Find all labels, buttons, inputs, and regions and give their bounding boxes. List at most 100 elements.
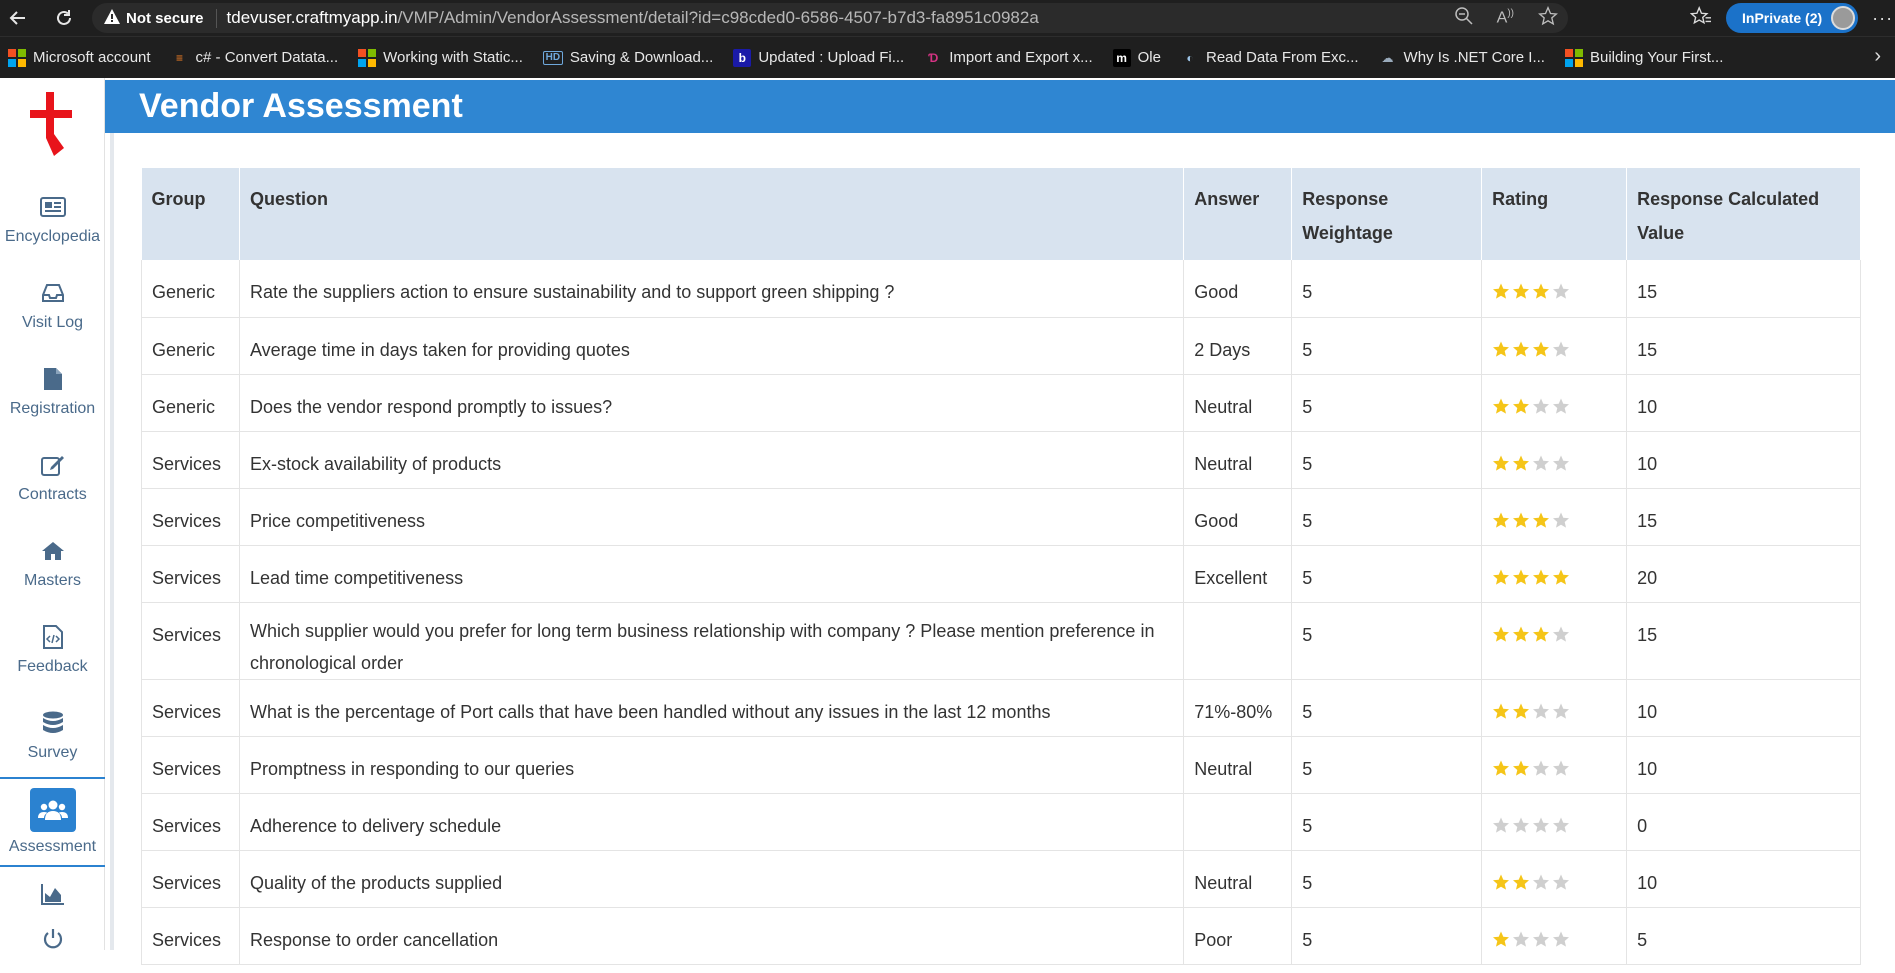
bookmark-label: Updated : Upload Fi... bbox=[758, 49, 905, 66]
rating-cell bbox=[1481, 907, 1628, 965]
favorite-star-icon[interactable] bbox=[1538, 5, 1558, 31]
column-header-calculated-value[interactable]: Response Calculated Value bbox=[1626, 168, 1861, 260]
security-indicator[interactable]: Not secure bbox=[104, 8, 217, 28]
column-header-question[interactable]: Question bbox=[239, 168, 1185, 260]
sidebar-item-assessment[interactable]: Assessment bbox=[0, 777, 105, 867]
bookmark-working-with-static[interactable]: Working with Static... bbox=[358, 48, 523, 67]
column-header-rating[interactable]: Rating bbox=[1481, 168, 1628, 260]
read-aloud-icon[interactable]: A)) bbox=[1497, 8, 1514, 27]
star-rating bbox=[1492, 625, 1570, 643]
column-header-group[interactable]: Group bbox=[141, 168, 240, 260]
answer-cell bbox=[1183, 602, 1293, 680]
column-header-answer[interactable]: Answer bbox=[1183, 168, 1293, 260]
weightage-cell: 5 bbox=[1291, 431, 1483, 489]
star-filled-icon bbox=[1513, 283, 1530, 299]
bookmark-label: Ole bbox=[1137, 49, 1161, 66]
star-empty-icon bbox=[1533, 703, 1550, 719]
question-cell: Quality of the products supplied bbox=[239, 850, 1185, 908]
question-cell: Average time in days taken for providing… bbox=[239, 317, 1185, 375]
app-logo[interactable] bbox=[24, 88, 80, 168]
weightage-cell: 5 bbox=[1291, 679, 1483, 737]
sidebar-item-masters[interactable]: Masters bbox=[0, 522, 105, 606]
star-empty-icon bbox=[1553, 626, 1570, 642]
star-filled-icon bbox=[1533, 569, 1550, 585]
sidebar-item-label: Encyclopedia bbox=[4, 228, 101, 245]
sidebar-item-encyclopedia[interactable]: Encyclopedia bbox=[0, 178, 105, 262]
more-menu-icon[interactable]: ··· bbox=[1872, 8, 1893, 29]
bookmark-label: Working with Static... bbox=[383, 49, 523, 66]
star-empty-icon bbox=[1553, 703, 1570, 719]
star-empty-icon bbox=[1533, 931, 1550, 947]
question-cell: Adherence to delivery schedule bbox=[239, 793, 1185, 851]
answer-cell: 2 Days bbox=[1183, 317, 1293, 375]
zoom-icon[interactable] bbox=[1454, 6, 1473, 30]
not-secure-label: Not secure bbox=[126, 9, 204, 27]
star-filled-icon bbox=[1533, 341, 1550, 357]
star-filled-icon bbox=[1513, 569, 1530, 585]
address-bar[interactable]: Not secure tdevuser.craftmyapp.in/VMP/Ad… bbox=[92, 3, 1568, 33]
answer-cell: Good bbox=[1183, 488, 1293, 546]
table-row: Services Quality of the products supplied… bbox=[141, 850, 1861, 908]
star-filled-icon bbox=[1513, 874, 1530, 890]
bookmark-saving-download[interactable]: HD Saving & Download... bbox=[542, 49, 713, 66]
answer-cell: Neutral bbox=[1183, 850, 1293, 908]
weightage-cell: 5 bbox=[1291, 907, 1483, 965]
star-empty-icon bbox=[1533, 455, 1550, 471]
code-file-icon bbox=[40, 624, 66, 650]
group-cell: Generic bbox=[141, 374, 240, 432]
refresh-icon[interactable] bbox=[46, 0, 82, 36]
page-title: Vendor Assessment bbox=[105, 80, 1895, 133]
chevron-right-icon[interactable]: › bbox=[1874, 45, 1881, 68]
sidebar-item-logout[interactable] bbox=[0, 913, 105, 973]
weightage-cell: 5 bbox=[1291, 374, 1483, 432]
sidebar-item-feedback[interactable]: Feedback bbox=[0, 608, 105, 692]
column-header-weightage[interactable]: Response Weightage bbox=[1291, 168, 1483, 260]
sidebar-item-contracts[interactable]: Contracts bbox=[0, 436, 105, 520]
star-empty-icon bbox=[1553, 455, 1570, 471]
star-rating bbox=[1492, 397, 1570, 415]
bookmark-ole[interactable]: m Ole bbox=[1112, 48, 1161, 67]
weightage-cell: 5 bbox=[1291, 602, 1483, 680]
star-empty-icon bbox=[1533, 398, 1550, 414]
table-header-row: Group Question Answer Response Weightage… bbox=[141, 168, 1861, 260]
avatar bbox=[1831, 6, 1856, 30]
calculated-value-cell: 10 bbox=[1626, 679, 1861, 737]
weightage-cell: 5 bbox=[1291, 793, 1483, 851]
calculated-value-cell: 0 bbox=[1626, 793, 1861, 851]
bookmark-microsoft-account[interactable]: Microsoft account bbox=[8, 48, 151, 67]
star-empty-icon bbox=[1553, 283, 1570, 299]
star-filled-icon bbox=[1493, 626, 1510, 642]
bookmark-building-first[interactable]: Building Your First... bbox=[1564, 48, 1723, 67]
bookmark-import-export[interactable]: Ɗ Import and Export x... bbox=[924, 49, 1092, 67]
bookmark-why-net-core[interactable]: ☁ Why Is .NET Core I... bbox=[1379, 49, 1545, 67]
table-row: Generic Does the vendor respond promptly … bbox=[141, 374, 1861, 432]
back-arrow-icon[interactable] bbox=[0, 0, 36, 36]
rating-cell bbox=[1481, 850, 1628, 908]
calculated-value-cell: 15 bbox=[1626, 602, 1861, 680]
group-cell: Generic bbox=[141, 260, 240, 318]
sidebar-item-visit-log[interactable]: Visit Log bbox=[0, 264, 105, 348]
bookmark-convert-datatable[interactable]: ≡ c# - Convert Datata... bbox=[171, 49, 338, 67]
question-cell: Promptness in responding to our queries bbox=[239, 736, 1185, 794]
sidebar-item-survey[interactable]: Survey bbox=[0, 694, 105, 778]
star-filled-icon bbox=[1533, 626, 1550, 642]
favorites-icon[interactable] bbox=[1689, 5, 1712, 31]
bookmark-label: Import and Export x... bbox=[949, 49, 1093, 66]
table-row: Services Promptness in responding to our … bbox=[141, 736, 1861, 794]
star-empty-icon bbox=[1553, 931, 1570, 947]
rating-cell bbox=[1481, 317, 1628, 375]
bookmark-read-data[interactable]: ◐ Read Data From Exc... bbox=[1181, 49, 1358, 67]
group-cell: Services bbox=[141, 850, 240, 908]
question-cell: What is the percentage of Port calls tha… bbox=[239, 679, 1185, 737]
bookmark-updated-upload[interactable]: b Updated : Upload Fi... bbox=[733, 48, 905, 67]
star-filled-icon bbox=[1513, 455, 1530, 471]
sidebar-item-registration[interactable]: Registration bbox=[0, 350, 105, 434]
inbox-icon bbox=[40, 280, 66, 306]
bookmark-label: Microsoft account bbox=[33, 49, 151, 66]
table-row: Services Response to order cancellation Po… bbox=[141, 907, 1861, 965]
microsoft-icon bbox=[1564, 48, 1583, 67]
rating-cell bbox=[1481, 260, 1628, 318]
question-cell: Lead time competitiveness bbox=[239, 545, 1185, 603]
star-rating bbox=[1492, 873, 1570, 891]
inprivate-profile-button[interactable]: InPrivate (2) bbox=[1726, 3, 1859, 33]
